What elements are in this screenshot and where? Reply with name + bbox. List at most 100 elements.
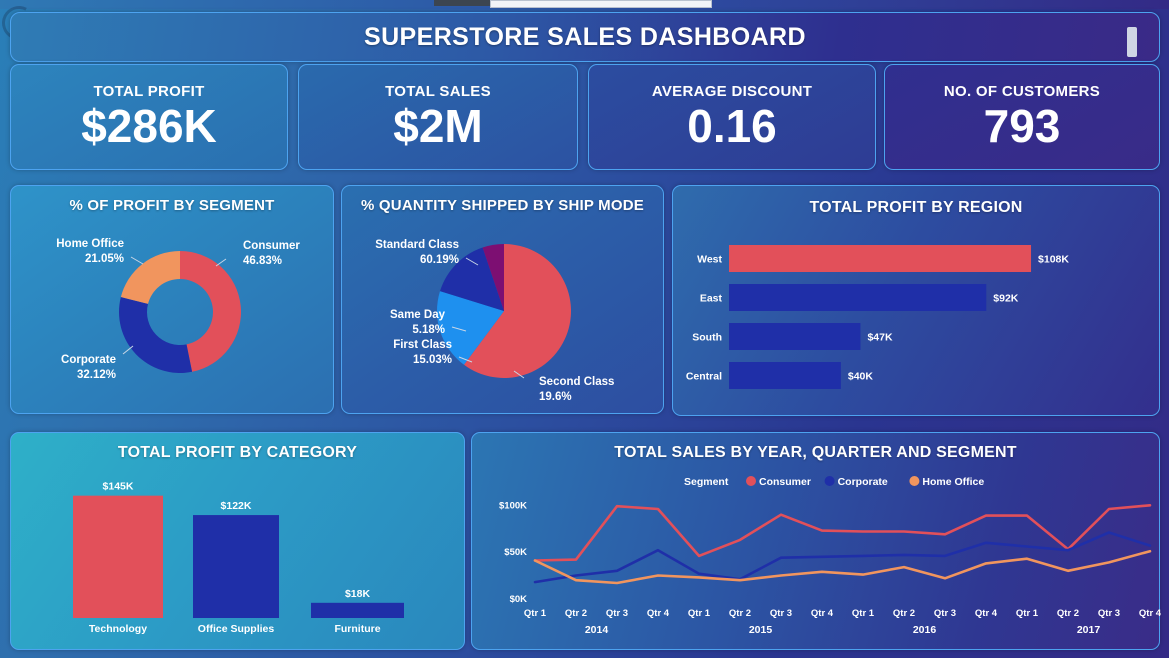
x-axis-tick-label: Qtr 2 xyxy=(729,608,751,619)
toolbar-fragment xyxy=(490,0,712,8)
bar-south[interactable] xyxy=(729,323,861,350)
leader-line xyxy=(215,258,227,267)
x-axis-tick-label: Qtr 1 xyxy=(524,608,547,619)
bar-east[interactable] xyxy=(729,284,987,311)
x-axis-tick-label: Qtr 1 xyxy=(1016,608,1039,619)
kpi-card-total-profit[interactable]: TOTAL PROFIT $286K xyxy=(10,64,288,170)
chart-card-quantity-by-ship-mode[interactable]: % QUANTITY SHIPPED BY SHIP MODE Standard… xyxy=(341,185,664,414)
legend-label: Corporate xyxy=(838,476,888,488)
x-axis-tick-label: Qtr 3 xyxy=(606,608,628,619)
donut-slice-corporate[interactable] xyxy=(118,297,193,373)
kpi-card-average-discount[interactable]: AVERAGE DISCOUNT 0.16 xyxy=(588,64,876,170)
slice-label-name: Home Office xyxy=(56,238,124,250)
slice-label-name: Standard Class xyxy=(375,239,459,251)
slice-label-name: Corporate xyxy=(61,354,116,366)
bar-chart-profit-by-region[interactable]: West $108K East $92K South $47K Central $40K xyxy=(673,186,1161,417)
slice-label-name: Consumer xyxy=(243,240,300,252)
page-title: SUPERSTORE SALES DASHBOARD xyxy=(364,22,806,51)
kpi-label: AVERAGE DISCOUNT xyxy=(651,83,813,101)
slice-label-value: 32.12% xyxy=(77,369,116,381)
slice-label-value: 5.18% xyxy=(412,324,445,336)
leader-line xyxy=(122,345,134,355)
chart-card-profit-by-region[interactable]: TOTAL PROFIT BY REGION West $108K East $92K… xyxy=(672,185,1160,416)
x-axis-tick-label: Qtr 4 xyxy=(811,608,834,619)
bar-value-label: $122K xyxy=(221,500,252,512)
x-axis-tick-label: Qtr 4 xyxy=(647,608,670,619)
chart-card-profit-by-segment[interactable]: % OF PROFIT BY SEGMENT Consumer 46.83% Cor… xyxy=(10,185,334,414)
kpi-value: 0.16 xyxy=(687,100,777,153)
bar-category-label: Furniture xyxy=(334,623,380,635)
kpi-value: 793 xyxy=(983,100,1061,153)
slice-label-name: Same Day xyxy=(390,309,446,321)
bar-value-label: $47K xyxy=(867,332,893,344)
header-marker-icon xyxy=(1127,27,1137,57)
dashboard-header: SUPERSTORE SALES DASHBOARD xyxy=(10,12,1160,62)
x-axis-tick-label: Qtr 1 xyxy=(688,608,711,619)
slice-label-value: 19.6% xyxy=(539,391,572,403)
legend-label: Consumer xyxy=(759,476,811,488)
bar-furniture[interactable] xyxy=(311,602,404,618)
x-axis-year-label: 2014 xyxy=(585,624,609,636)
bar-office-supplies[interactable] xyxy=(193,515,279,618)
bar-category-label: Central xyxy=(686,371,722,383)
chart-card-sales-by-year-quarter-segment[interactable]: TOTAL SALES BY YEAR, QUARTER AND SEGMENT… xyxy=(471,432,1161,651)
bar-category-label: West xyxy=(697,254,722,266)
slice-label-value: 21.05% xyxy=(85,253,124,265)
x-axis-tick-label: Qtr 2 xyxy=(565,608,587,619)
chart-card-profit-by-category[interactable]: TOTAL PROFIT BY CATEGORY $145K Technology… xyxy=(10,432,465,650)
bar-chart-profit-by-category[interactable]: $145K Technology $122K Office Supplies $18K F… xyxy=(11,433,466,651)
kpi-card-no-of-customers[interactable]: NO. OF CUSTOMERS 793 xyxy=(884,64,1160,170)
x-axis-year-label: 2015 xyxy=(749,624,773,636)
x-axis-tick-label: Qtr 4 xyxy=(1139,608,1161,619)
kpi-label: TOTAL PROFIT xyxy=(93,83,205,101)
kpi-label: TOTAL SALES xyxy=(385,83,491,101)
x-axis-year-label: 2017 xyxy=(1077,624,1101,636)
kpi-card-total-sales[interactable]: TOTAL SALES $2M xyxy=(298,64,578,170)
legend-title: Segment xyxy=(684,476,729,488)
bar-central[interactable] xyxy=(729,362,841,389)
bar-west[interactable] xyxy=(729,245,1032,272)
legend-swatch-home-office[interactable] xyxy=(909,476,920,486)
pie-chart-quantity-by-ship-mode[interactable]: Standard Class 60.19% Second Class 19.6% Fir… xyxy=(342,186,665,415)
legend-swatch-corporate[interactable] xyxy=(824,476,835,486)
kpi-label: NO. OF CUSTOMERS xyxy=(943,83,1101,101)
donut-slice-home-office[interactable] xyxy=(120,251,180,304)
bar-value-label: $108K xyxy=(1038,254,1069,266)
x-axis-tick-label: Qtr 3 xyxy=(934,608,956,619)
x-axis-tick-label: Qtr 2 xyxy=(893,608,915,619)
bar-value-label: $18K xyxy=(345,588,371,600)
legend-label: Home Office xyxy=(922,476,984,488)
x-axis-tick-label: Qtr 3 xyxy=(1098,608,1120,619)
toolbar-fragment-dark xyxy=(434,0,494,6)
bar-category-label: Technology xyxy=(89,623,147,635)
x-axis-tick-label: Qtr 3 xyxy=(770,608,792,619)
browser-top-strip xyxy=(0,0,1169,9)
bar-category-label: Office Supplies xyxy=(198,623,275,635)
bar-technology[interactable] xyxy=(73,495,163,618)
chart-legend: Segment Consumer Corporate Home Office xyxy=(684,476,984,488)
slice-label-value: 46.83% xyxy=(243,255,282,267)
slice-label-name: Second Class xyxy=(539,376,614,388)
slice-label-value: 60.19% xyxy=(420,254,459,266)
bar-value-label: $40K xyxy=(848,371,874,383)
slice-label-name: First Class xyxy=(393,339,452,351)
bar-value-label: $145K xyxy=(103,481,134,493)
legend-swatch-consumer[interactable] xyxy=(746,476,756,486)
y-axis-tick-label: $50K xyxy=(504,547,527,558)
x-axis-tick-label: Qtr 1 xyxy=(852,608,875,619)
line-chart-sales-by-year-quarter-segment[interactable]: Segment Consumer Corporate Home Office $0K $5… xyxy=(472,433,1161,651)
kpi-value: $286K xyxy=(81,100,217,153)
donut-chart-profit-by-segment[interactable]: Consumer 46.83% Corporate 32.12% Home Office… xyxy=(11,186,335,415)
donut-slice-consumer[interactable] xyxy=(180,251,242,372)
bar-category-label: South xyxy=(692,332,722,344)
slice-label-value: 15.03% xyxy=(413,354,452,366)
bar-category-label: East xyxy=(700,293,723,305)
y-axis-tick-label: $0K xyxy=(510,594,528,605)
y-axis-tick-label: $100K xyxy=(499,500,527,511)
leader-line xyxy=(130,256,144,265)
line-series-consumer[interactable] xyxy=(533,504,1152,562)
x-axis-year-label: 2016 xyxy=(913,624,937,636)
bar-value-label: $92K xyxy=(993,293,1019,305)
x-axis-tick-label: Qtr 2 xyxy=(1057,608,1079,619)
x-axis-tick-label: Qtr 4 xyxy=(975,608,998,619)
